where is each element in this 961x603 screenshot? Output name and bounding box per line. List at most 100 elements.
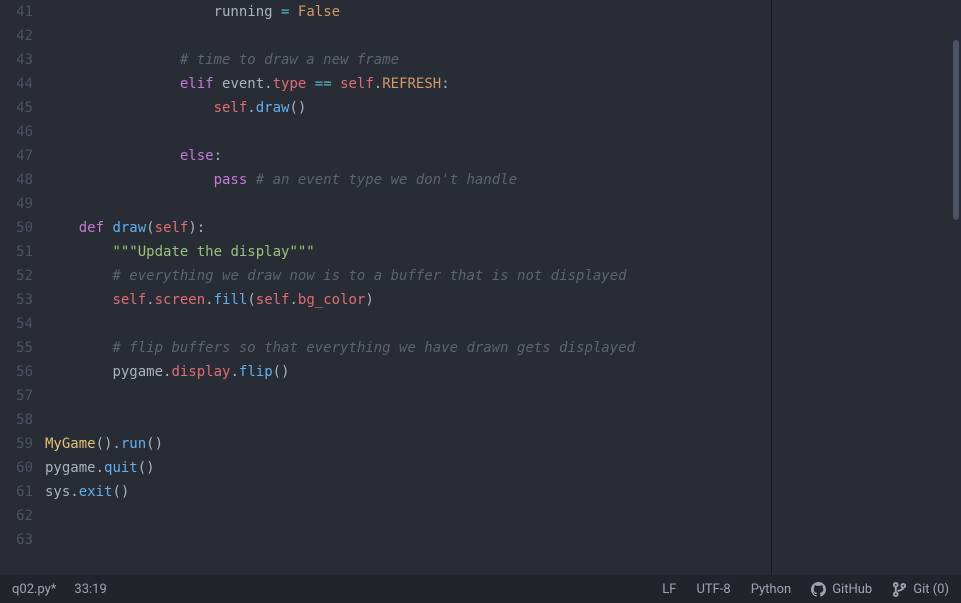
- code-line[interactable]: else:: [45, 144, 771, 168]
- code-line[interactable]: [45, 528, 771, 552]
- token-punc: [332, 76, 340, 92]
- token-punc: (: [247, 292, 255, 308]
- token-comment: # flip buffers so that everything we hav…: [112, 340, 635, 356]
- line-number: 46: [0, 120, 33, 144]
- token-kw: else: [180, 148, 214, 164]
- token-const: REFRESH: [382, 76, 441, 92]
- line-number: 54: [0, 312, 33, 336]
- token-punc: (): [273, 364, 290, 380]
- token-self: type: [273, 76, 307, 92]
- line-number: 42: [0, 24, 33, 48]
- minimap[interactable]: [771, 0, 961, 575]
- token-name: event: [222, 76, 264, 92]
- line-number: 59: [0, 432, 33, 456]
- token-punc: (): [112, 484, 129, 500]
- line-number: 44: [0, 72, 33, 96]
- token-punc: .: [264, 76, 272, 92]
- line-number: 61: [0, 480, 33, 504]
- token-punc: ().: [96, 436, 121, 452]
- status-line-ending[interactable]: LF: [662, 582, 676, 597]
- token-punc: (): [138, 460, 155, 476]
- code-line[interactable]: # time to draw a new frame: [45, 48, 771, 72]
- code-line[interactable]: def draw(self):: [45, 216, 771, 240]
- line-number: 51: [0, 240, 33, 264]
- status-filename[interactable]: q02.py*: [12, 582, 56, 597]
- token-punc: [247, 172, 255, 188]
- token-punc: ):: [188, 220, 205, 236]
- line-number: 41: [0, 0, 33, 24]
- code-line[interactable]: [45, 192, 771, 216]
- code-line[interactable]: self.screen.fill(self.bg_color): [45, 288, 771, 312]
- token-punc: .: [205, 292, 213, 308]
- code-line[interactable]: """Update the display""": [45, 240, 771, 264]
- token-fn: draw: [256, 100, 290, 116]
- token-punc: .: [230, 364, 238, 380]
- token-const: False: [298, 4, 340, 20]
- code-line[interactable]: elif event.type == self.REFRESH:: [45, 72, 771, 96]
- token-punc: (): [289, 100, 306, 116]
- token-name: pygame: [112, 364, 163, 380]
- code-line[interactable]: sys.exit(): [45, 480, 771, 504]
- token-kw: def: [79, 220, 104, 236]
- github-icon: [811, 582, 826, 597]
- status-bar: q02.py* 33:19 LF UTF-8 Python GitHub Git…: [0, 575, 961, 603]
- token-self: screen: [155, 292, 206, 308]
- token-fn: run: [121, 436, 146, 452]
- code-line[interactable]: self.draw(): [45, 96, 771, 120]
- token-punc: .: [374, 76, 382, 92]
- code-line[interactable]: [45, 384, 771, 408]
- code-line[interactable]: running = False: [45, 0, 771, 24]
- token-self: self: [155, 220, 189, 236]
- token-punc: .: [289, 292, 297, 308]
- line-number: 57: [0, 384, 33, 408]
- token-punc: .: [247, 100, 255, 116]
- line-number-gutter: 4142434445464748495051525354555657585960…: [0, 0, 45, 575]
- status-cursor-position[interactable]: 33:19: [74, 582, 106, 597]
- line-number: 45: [0, 96, 33, 120]
- token-punc: :: [214, 148, 222, 164]
- code-line[interactable]: pass # an event type we don't handle: [45, 168, 771, 192]
- token-self: display: [171, 364, 230, 380]
- token-name: running: [214, 4, 273, 20]
- token-fn: exit: [79, 484, 113, 500]
- code-line[interactable]: # everything we draw now is to a buffer …: [45, 264, 771, 288]
- token-punc: (): [146, 436, 163, 452]
- status-github[interactable]: GitHub: [811, 582, 872, 597]
- code-line[interactable]: MyGame().run(): [45, 432, 771, 456]
- line-number: 43: [0, 48, 33, 72]
- status-git[interactable]: Git (0): [892, 582, 949, 597]
- code-line[interactable]: [45, 24, 771, 48]
- code-line[interactable]: [45, 120, 771, 144]
- code-line[interactable]: [45, 408, 771, 432]
- token-kw: pass: [214, 172, 248, 188]
- token-self: bg_color: [298, 292, 365, 308]
- code-line[interactable]: pygame.display.flip(): [45, 360, 771, 384]
- token-op: ==: [315, 76, 332, 92]
- token-punc: [289, 4, 297, 20]
- code-line[interactable]: [45, 504, 771, 528]
- token-fn: draw: [112, 220, 146, 236]
- status-encoding[interactable]: UTF-8: [696, 582, 730, 597]
- token-comment: # time to draw a new frame: [180, 52, 399, 68]
- token-class: MyGame: [45, 436, 96, 452]
- status-github-label: GitHub: [832, 582, 872, 597]
- line-number: 53: [0, 288, 33, 312]
- line-number: 50: [0, 216, 33, 240]
- token-name: pygame: [45, 460, 96, 476]
- token-self: self: [256, 292, 290, 308]
- line-number: 56: [0, 360, 33, 384]
- line-number: 62: [0, 504, 33, 528]
- code-area[interactable]: running = False # time to draw a new fra…: [45, 0, 771, 575]
- line-number: 63: [0, 528, 33, 552]
- token-punc: [214, 76, 222, 92]
- token-punc: ): [365, 292, 373, 308]
- minimap-scroll-thumb[interactable]: [953, 40, 959, 220]
- git-branch-icon: [892, 582, 907, 597]
- token-punc: .: [96, 460, 104, 476]
- code-line[interactable]: # flip buffers so that everything we hav…: [45, 336, 771, 360]
- code-line[interactable]: [45, 312, 771, 336]
- status-language[interactable]: Python: [751, 582, 791, 597]
- token-self: self: [340, 76, 374, 92]
- code-line[interactable]: pygame.quit(): [45, 456, 771, 480]
- line-number: 49: [0, 192, 33, 216]
